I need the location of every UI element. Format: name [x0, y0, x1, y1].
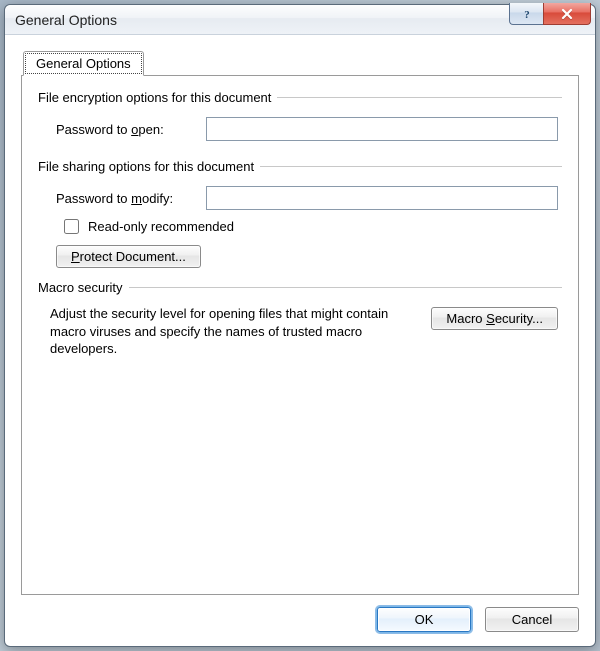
tab-general-options[interactable]: General Options [23, 51, 144, 76]
row-read-only: Read-only recommended [60, 216, 558, 237]
tab-pane: File encryption options for this documen… [21, 75, 579, 595]
password-open-input[interactable] [206, 117, 558, 141]
row-macro: Adjust the security level for opening fi… [50, 305, 558, 358]
client-area: General Options File encryption options … [5, 35, 595, 646]
svg-text:?: ? [524, 9, 530, 20]
cancel-button[interactable]: Cancel [485, 607, 579, 632]
group-sharing-legend: File sharing options for this document [38, 159, 260, 174]
dialog-window: General Options ? General Options File e… [4, 4, 596, 647]
help-button[interactable]: ? [509, 3, 543, 25]
window-controls: ? [509, 3, 591, 25]
help-icon: ? [521, 8, 533, 20]
row-password-modify: Password to modify: [56, 186, 558, 210]
dialog-footer: OK Cancel [21, 595, 579, 632]
group-encryption: File encryption options for this documen… [38, 90, 562, 147]
tab-container: General Options File encryption options … [21, 51, 579, 595]
protect-document-button[interactable]: Protect Document... [56, 245, 201, 268]
titlebar: General Options ? [5, 5, 595, 35]
password-modify-input[interactable] [206, 186, 558, 210]
password-modify-label: Password to modify: [56, 191, 206, 206]
close-icon [560, 8, 574, 20]
close-button[interactable] [543, 3, 591, 25]
macro-security-button[interactable]: Macro Security... [431, 307, 558, 330]
ok-button[interactable]: OK [377, 607, 471, 632]
macro-description: Adjust the security level for opening fi… [50, 305, 413, 358]
password-open-label: Password to open: [56, 122, 206, 137]
group-encryption-legend: File encryption options for this documen… [38, 90, 277, 105]
group-macro-legend: Macro security [38, 280, 129, 295]
group-macro: Macro security Adjust the security level… [38, 280, 562, 358]
read-only-checkbox[interactable] [64, 219, 79, 234]
window-title: General Options [15, 12, 117, 28]
tab-strip: General Options [23, 51, 144, 76]
read-only-label[interactable]: Read-only recommended [88, 219, 234, 234]
group-sharing: File sharing options for this document P… [38, 159, 562, 268]
row-password-open: Password to open: [56, 117, 558, 141]
